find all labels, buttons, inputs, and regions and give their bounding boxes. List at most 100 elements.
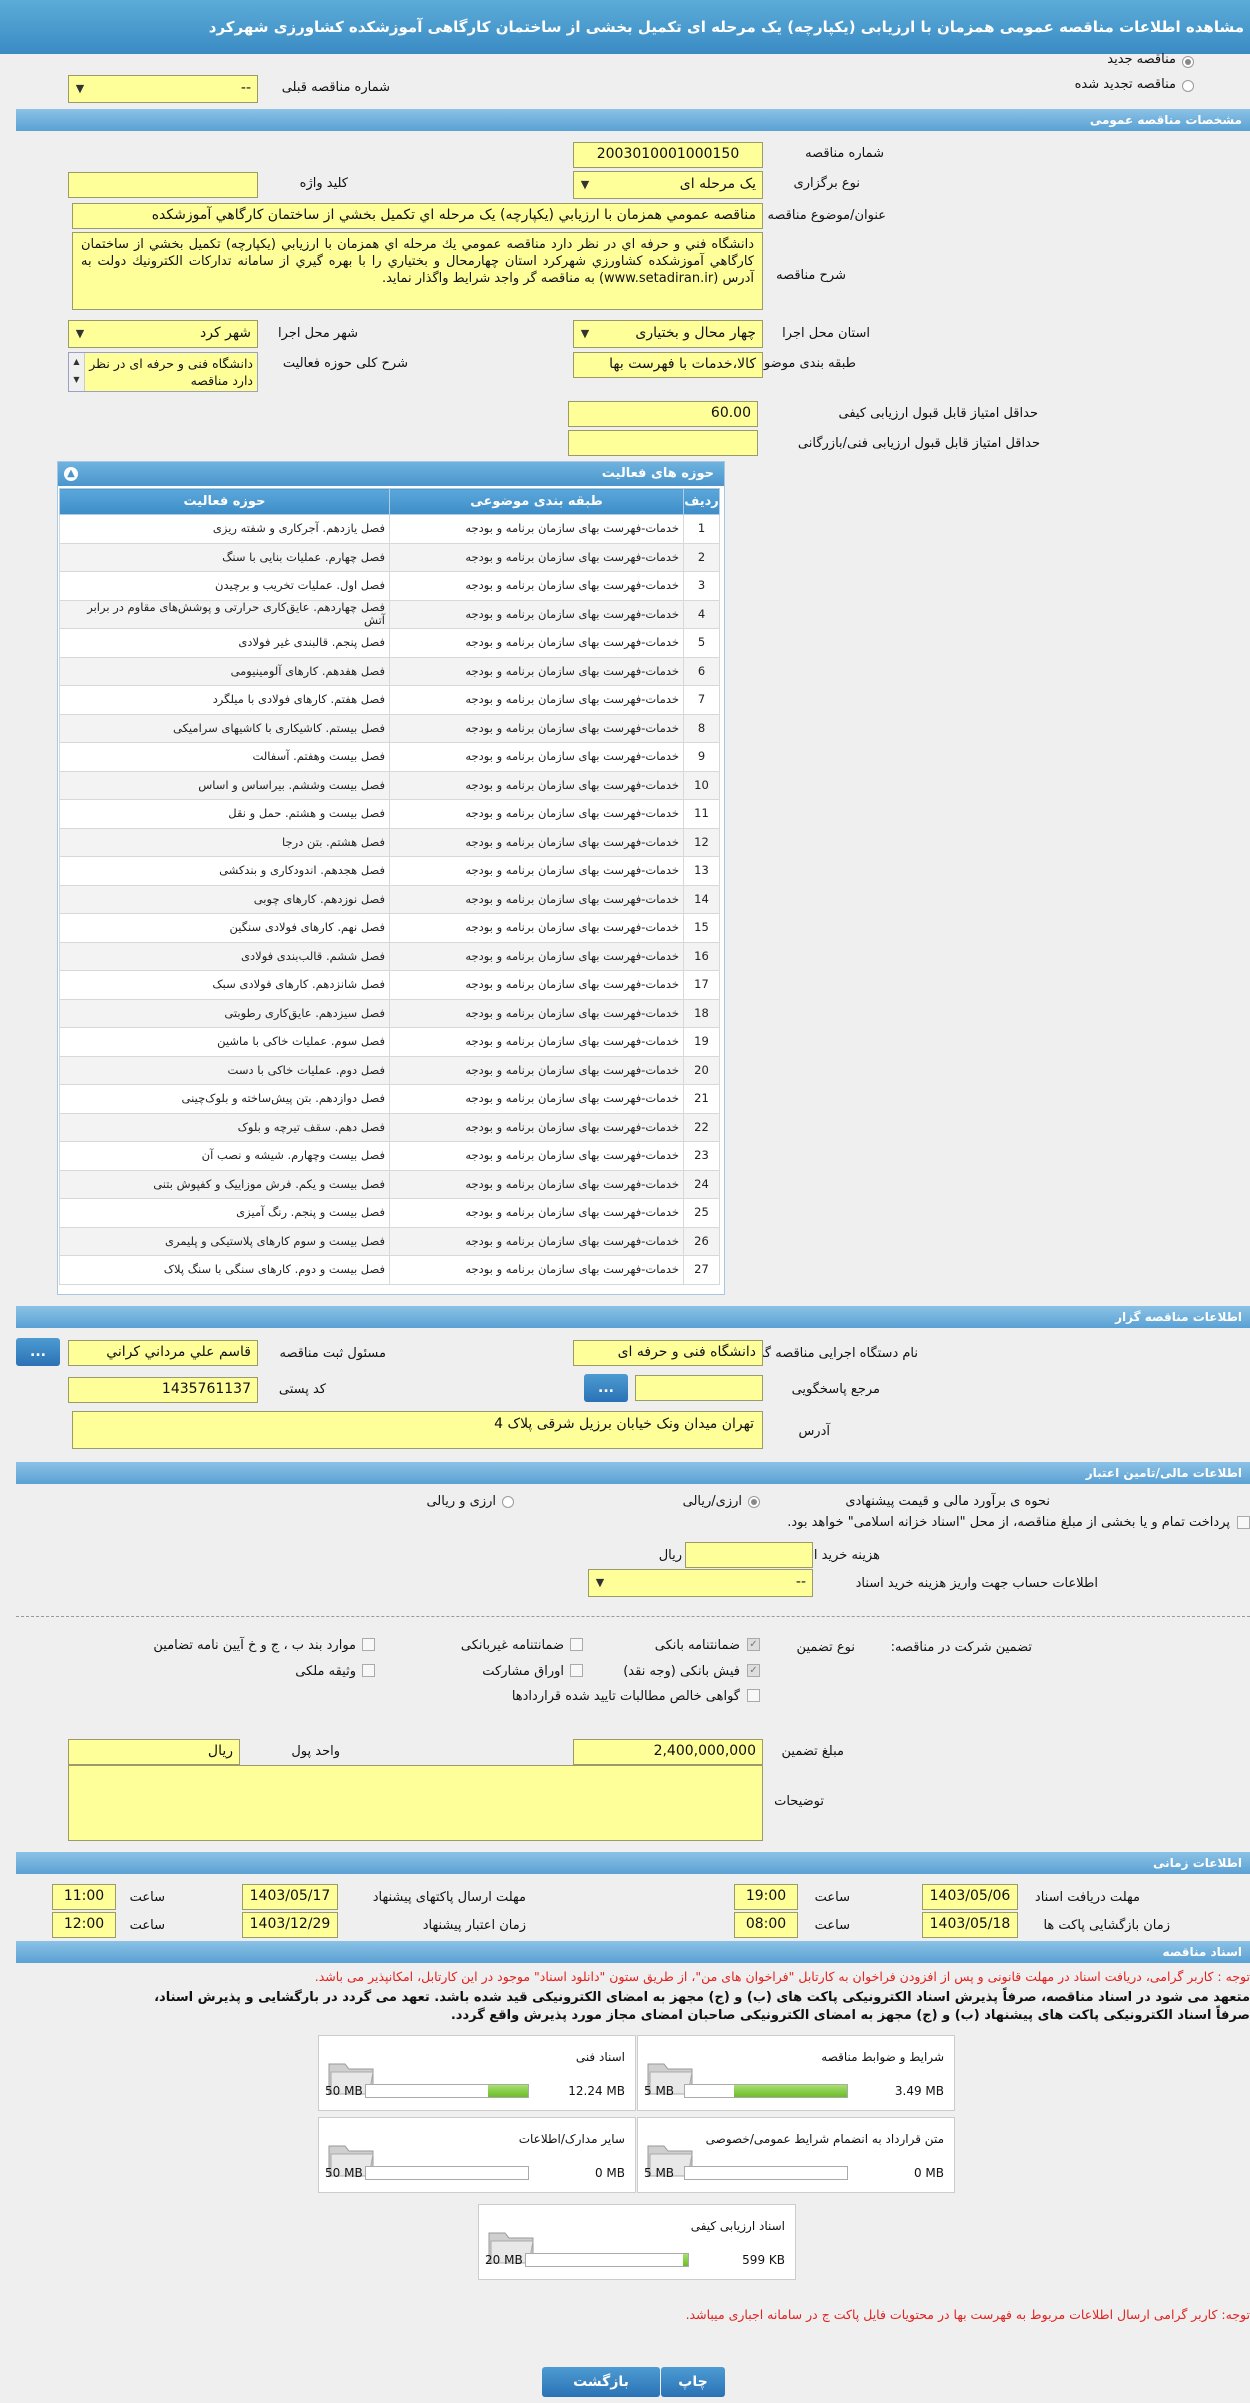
treasury-bonds-checkbox[interactable] <box>1237 1516 1250 1529</box>
activity-area-cell: فصل بیست و هشتم. حمل و نقل <box>59 799 390 829</box>
collapse-icon[interactable]: ▲ <box>64 467 78 481</box>
scroll-arrows-icon[interactable]: ▲ ▼ <box>69 353 85 391</box>
upload-progress-bar <box>365 2084 529 2098</box>
upload-progress-bar <box>525 2253 689 2267</box>
opening-date-field[interactable]: 1403/05/18 <box>922 1912 1018 1938</box>
table-row: 19 خدمات-فهرست بهای سازمان برنامه و بودجه… <box>59 1027 720 1057</box>
table-row: 17 خدمات-فهرست بهای سازمان برنامه و بودجه… <box>59 970 720 1000</box>
organizer-field[interactable]: دانشگاه فنی و حرفه ای <box>573 1340 763 1366</box>
activity-table: ردیف طبقه بندی موضوعی حوزه فعالیت 1 خدمات… <box>59 488 720 1285</box>
bid-submission-time-field[interactable]: 11:00 <box>52 1884 116 1910</box>
holding-type-select[interactable]: یک مرحله ای ▼ <box>573 171 763 199</box>
category-field[interactable]: کالا،خدمات با فهرست بها <box>573 352 763 378</box>
description-field[interactable]: دانشگاه فني و حرفه اي در نظر دارد مناقصه… <box>72 232 763 310</box>
document-tile[interactable]: سایر مدارک/اطلاعات 50 MB 0 MB <box>318 2117 636 2193</box>
table-row: 22 خدمات-فهرست بهای سازمان برنامه و بودجه… <box>59 1112 720 1142</box>
address-field[interactable]: تهران میدان ونک خیابان برزیل شرقی پلاک 4 <box>72 1411 763 1449</box>
back-button[interactable]: بازگشت <box>542 2367 660 2397</box>
treasury-bonds-text: پرداخت تمام و یا بخشی از مبلغ مناقصه، از… <box>787 1515 1230 1530</box>
activity-area-cell: فصل بیست و پنجم. رنگ آمیزی <box>59 1198 390 1228</box>
opening-hour-field[interactable]: 08:00 <box>734 1912 798 1938</box>
reference-lookup-button[interactable]: ... <box>584 1374 628 1402</box>
participation-bonds-checkbox[interactable] <box>570 1664 583 1677</box>
row-number-cell: 2 <box>683 542 720 572</box>
row-number-cell: 27 <box>683 1255 720 1285</box>
province-select[interactable]: چهار محال و بختیاری ▼ <box>573 320 763 348</box>
registrar-label: مسئول ثبت مناقصه <box>279 1346 386 1361</box>
table-row: 16 خدمات-فهرست بهای سازمان برنامه و بودجه… <box>59 941 720 971</box>
regulation-items-checkbox[interactable] <box>362 1638 375 1651</box>
print-button[interactable]: چاپ <box>661 2367 725 2397</box>
notes-field[interactable] <box>68 1765 763 1841</box>
subject-field[interactable]: مناقصه عمومي همزمان با ارزيابي (يكپارچه)… <box>72 203 763 229</box>
bid-validity-label: زمان اعتبار پیشنهاد <box>422 1918 526 1933</box>
guarantee-amount-field[interactable]: 2,400,000,000 <box>573 1739 763 1765</box>
bank-receipt-checkbox[interactable] <box>747 1664 760 1677</box>
bid-submission-date-field[interactable]: 1403/05/17 <box>242 1884 338 1910</box>
document-tile[interactable]: اسناد فنی 50 MB 12.24 MB <box>318 2035 636 2111</box>
nonbank-guarantee-checkbox[interactable] <box>570 1638 583 1651</box>
property-collateral-checkbox[interactable] <box>362 1664 375 1677</box>
table-row: 12 خدمات-فهرست بهای سازمان برنامه و بودجه… <box>59 827 720 857</box>
row-number-cell: 24 <box>683 1169 720 1199</box>
registrar-field[interactable]: قاسم علي مرداني كراني <box>68 1340 258 1366</box>
estimate-option-1-radio[interactable] <box>748 1496 760 1508</box>
currency-field[interactable]: ریال <box>68 1739 240 1765</box>
document-tile[interactable]: اسناد ارزیابی کیفی 20 MB 599 KB <box>478 2204 796 2280</box>
category-cell: خدمات-فهرست بهای سازمان برنامه و بودجه <box>389 941 684 971</box>
bid-validity-date-field[interactable]: 1403/12/29 <box>242 1912 338 1938</box>
renewed-tender-radio[interactable] <box>1182 80 1194 92</box>
bank-guarantee-checkbox[interactable] <box>747 1638 760 1651</box>
estimate-option-2-radio[interactable] <box>502 1496 514 1508</box>
document-tile[interactable]: متن قرارداد به انضمام شرایط عمومی/خصوصی 5… <box>637 2117 955 2193</box>
notes-label: توضیحات <box>774 1794 824 1809</box>
row-number-cell: 11 <box>683 799 720 829</box>
postal-code-field[interactable]: 1435761137 <box>68 1377 258 1403</box>
currency-label: واحد پول <box>291 1744 340 1759</box>
row-number-cell: 16 <box>683 941 720 971</box>
doc-cost-field[interactable] <box>685 1542 813 1568</box>
city-select[interactable]: شهر کرد ▼ <box>68 320 258 348</box>
province-value: چهار محال و بختیاری <box>635 325 756 341</box>
min-quality-field[interactable]: 60.00 <box>568 401 758 427</box>
reference-field[interactable] <box>635 1375 763 1401</box>
table-row: 11 خدمات-فهرست بهای سازمان برنامه و بودجه… <box>59 799 720 829</box>
activity-area-cell: فصل شانزدهم. کارهای فولادی سبک <box>59 970 390 1000</box>
document-size: 599 KB <box>742 2253 785 2267</box>
row-number-cell: 3 <box>683 571 720 601</box>
category-cell: خدمات-فهرست بهای سازمان برنامه و بودجه <box>389 970 684 1000</box>
doc-receive-deadline-label: مهلت دریافت اسناد <box>1034 1890 1140 1905</box>
activity-panel-header: حوزه های فعالیت ▲ <box>58 462 724 486</box>
new-tender-radio[interactable] <box>1182 56 1194 68</box>
postal-code-label: کد پستی <box>278 1382 326 1397</box>
document-size: 0 MB <box>594 2166 625 2180</box>
account-select[interactable]: -- ▼ <box>588 1569 813 1597</box>
bank-receipt-label: فیش بانکی (وجه نقد) <box>623 1664 740 1679</box>
activity-area-cell: فصل هشتم. بتن درجا <box>59 827 390 857</box>
table-row: 9 خدمات-فهرست بهای سازمان برنامه و بودجه ف… <box>59 742 720 772</box>
holding-type-label: نوع برگزاری <box>793 176 860 191</box>
row-number-cell: 12 <box>683 827 720 857</box>
scope-field[interactable]: دانشگاه فنی و حرفه ای در نظر دارد مناقصه <box>68 352 258 392</box>
doc-receive-time-label: ساعت <box>814 1890 850 1905</box>
keyword-field[interactable] <box>68 172 258 198</box>
claims-certificate-checkbox[interactable] <box>747 1689 760 1702</box>
document-max-size: 50 MB <box>325 2166 363 2180</box>
prev-number-select[interactable]: -- ▼ <box>68 75 258 103</box>
document-tile[interactable]: شرایط و ضوابط مناقصه 5 MB 3.49 MB <box>637 2035 955 2111</box>
doc-receive-time-field[interactable]: 19:00 <box>734 1884 798 1910</box>
category-cell: خدمات-فهرست بهای سازمان برنامه و بودجه <box>389 1198 684 1228</box>
upload-progress-fill <box>683 2254 688 2266</box>
bid-validity-hour-field[interactable]: 12:00 <box>52 1912 116 1938</box>
doc-receive-date-field[interactable]: 1403/05/06 <box>922 1884 1018 1910</box>
tender-number-field[interactable]: 2003010001000150 <box>573 142 763 168</box>
document-size: 12.24 MB <box>568 2084 625 2098</box>
registrar-lookup-button[interactable]: ... <box>16 1338 60 1366</box>
page-title: مشاهده اطلاعات مناقصه عمومی همزمان با ار… <box>0 0 1250 54</box>
min-tech-field[interactable] <box>568 430 758 456</box>
estimate-label: نحوه ی برآورد مالی و قیمت پیشنهادی <box>845 1494 1050 1509</box>
table-row: 25 خدمات-فهرست بهای سازمان برنامه و بودجه… <box>59 1198 720 1228</box>
row-number-cell: 7 <box>683 685 720 715</box>
activity-area-cell: فصل نوزدهم. کارهای چوبی <box>59 884 390 914</box>
activity-area-cell: فصل بیست وهفتم. آسفالت <box>59 742 390 772</box>
